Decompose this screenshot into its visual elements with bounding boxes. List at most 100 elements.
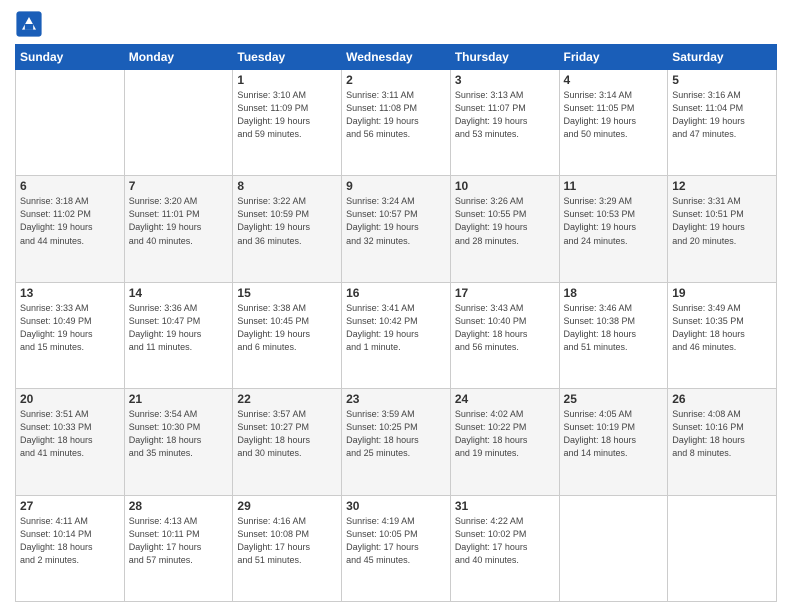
col-header-saturday: Saturday (668, 45, 777, 70)
calendar-cell: 12 Sunrise: 3:31 AM Sunset: 10:51 PM Dayl… (668, 176, 777, 282)
calendar-cell: 20Sunrise: 3:51 AM Sunset: 10:33 PM Dayl… (16, 389, 125, 495)
day-number: 16 (346, 286, 446, 300)
calendar-week-row: 1 Sunrise: 3:10 AM Sunset: 11:09 PM Dayli… (16, 70, 777, 176)
col-header-tuesday: Tuesday (233, 45, 342, 70)
calendar-week-row: 13Sunrise: 3:33 AM Sunset: 10:49 PM Dayl… (16, 282, 777, 388)
day-number: 14 (129, 286, 229, 300)
day-number: 11 (564, 179, 664, 193)
calendar-cell: 24 Sunrise: 4:02 AM Sunset: 10:22 PM Dayl… (450, 389, 559, 495)
day-info: Sunrise: 4:02 AM Sunset: 10:22 PM Daylig… (455, 408, 555, 460)
calendar-cell: 14 Sunrise: 3:36 AM Sunset: 10:47 PM Dayl… (124, 282, 233, 388)
calendar-cell: 17Sunrise: 3:43 AM Sunset: 10:40 PM Dayl… (450, 282, 559, 388)
calendar-cell: 21Sunrise: 3:54 AM Sunset: 10:30 PM Dayl… (124, 389, 233, 495)
day-info: Sunrise: 3:18 AM Sunset: 11:02 PM Daylig… (20, 195, 120, 247)
day-info: Sunrise: 4:13 AM Sunset: 10:11 PM Daylig… (129, 515, 229, 567)
calendar-cell: 18 Sunrise: 3:46 AM Sunset: 10:38 PM Dayl… (559, 282, 668, 388)
calendar-week-row: 27Sunrise: 4:11 AM Sunset: 10:14 PM Dayl… (16, 495, 777, 601)
day-info: Sunrise: 3:22 AM Sunset: 10:59 PM Daylig… (237, 195, 337, 247)
day-info: Sunrise: 3:36 AM Sunset: 10:47 PM Daylig… (129, 302, 229, 354)
calendar: SundayMondayTuesdayWednesdayThursdayFrid… (15, 44, 777, 602)
calendar-cell: 9Sunrise: 3:24 AM Sunset: 10:57 PM Dayli… (342, 176, 451, 282)
day-info: Sunrise: 3:20 AM Sunset: 11:01 PM Daylig… (129, 195, 229, 247)
logo (15, 10, 47, 38)
day-number: 8 (237, 179, 337, 193)
calendar-cell: 15 Sunrise: 3:38 AM Sunset: 10:45 PM Dayl… (233, 282, 342, 388)
day-number: 28 (129, 499, 229, 513)
calendar-cell: 6 Sunrise: 3:18 AM Sunset: 11:02 PM Dayli… (16, 176, 125, 282)
day-number: 21 (129, 392, 229, 406)
calendar-cell: 1 Sunrise: 3:10 AM Sunset: 11:09 PM Dayli… (233, 70, 342, 176)
day-info: Sunrise: 3:41 AM Sunset: 10:42 PM Daylig… (346, 302, 446, 354)
day-info: Sunrise: 3:11 AM Sunset: 11:08 PM Daylig… (346, 89, 446, 141)
day-number: 24 (455, 392, 555, 406)
day-info: Sunrise: 3:13 AM Sunset: 11:07 PM Daylig… (455, 89, 555, 141)
day-info: Sunrise: 4:19 AM Sunset: 10:05 PM Daylig… (346, 515, 446, 567)
day-info: Sunrise: 3:49 AM Sunset: 10:35 PM Daylig… (672, 302, 772, 354)
day-number: 5 (672, 73, 772, 87)
day-info: Sunrise: 4:16 AM Sunset: 10:08 PM Daylig… (237, 515, 337, 567)
day-number: 19 (672, 286, 772, 300)
day-info: Sunrise: 4:11 AM Sunset: 10:14 PM Daylig… (20, 515, 120, 567)
day-number: 25 (564, 392, 664, 406)
calendar-cell (16, 70, 125, 176)
day-number: 22 (237, 392, 337, 406)
day-number: 4 (564, 73, 664, 87)
calendar-cell: 23 Sunrise: 3:59 AM Sunset: 10:25 PM Dayl… (342, 389, 451, 495)
logo-icon (15, 10, 43, 38)
col-header-monday: Monday (124, 45, 233, 70)
day-number: 12 (672, 179, 772, 193)
day-info: Sunrise: 3:14 AM Sunset: 11:05 PM Daylig… (564, 89, 664, 141)
day-number: 18 (564, 286, 664, 300)
calendar-cell: 30 Sunrise: 4:19 AM Sunset: 10:05 PM Dayl… (342, 495, 451, 601)
day-info: Sunrise: 3:31 AM Sunset: 10:51 PM Daylig… (672, 195, 772, 247)
day-info: Sunrise: 3:33 AM Sunset: 10:49 PM Daylig… (20, 302, 120, 354)
calendar-cell: 10 Sunrise: 3:26 AM Sunset: 10:55 PM Dayl… (450, 176, 559, 282)
calendar-cell: 3 Sunrise: 3:13 AM Sunset: 11:07 PM Dayli… (450, 70, 559, 176)
calendar-cell: 29 Sunrise: 4:16 AM Sunset: 10:08 PM Dayl… (233, 495, 342, 601)
calendar-cell: 4 Sunrise: 3:14 AM Sunset: 11:05 PM Dayli… (559, 70, 668, 176)
day-info: Sunrise: 3:57 AM Sunset: 10:27 PM Daylig… (237, 408, 337, 460)
day-number: 15 (237, 286, 337, 300)
day-info: Sunrise: 3:26 AM Sunset: 10:55 PM Daylig… (455, 195, 555, 247)
day-number: 26 (672, 392, 772, 406)
day-number: 3 (455, 73, 555, 87)
day-number: 29 (237, 499, 337, 513)
day-number: 23 (346, 392, 446, 406)
day-info: Sunrise: 4:22 AM Sunset: 10:02 PM Daylig… (455, 515, 555, 567)
col-header-sunday: Sunday (16, 45, 125, 70)
col-header-thursday: Thursday (450, 45, 559, 70)
day-info: Sunrise: 3:59 AM Sunset: 10:25 PM Daylig… (346, 408, 446, 460)
day-number: 31 (455, 499, 555, 513)
calendar-cell: 2Sunrise: 3:11 AM Sunset: 11:08 PM Dayli… (342, 70, 451, 176)
day-number: 20 (20, 392, 120, 406)
calendar-week-row: 20Sunrise: 3:51 AM Sunset: 10:33 PM Dayl… (16, 389, 777, 495)
day-number: 1 (237, 73, 337, 87)
calendar-cell: 16 Sunrise: 3:41 AM Sunset: 10:42 PM Dayl… (342, 282, 451, 388)
day-number: 7 (129, 179, 229, 193)
day-info: Sunrise: 3:46 AM Sunset: 10:38 PM Daylig… (564, 302, 664, 354)
calendar-cell: 8 Sunrise: 3:22 AM Sunset: 10:59 PM Dayli… (233, 176, 342, 282)
calendar-cell: 31 Sunrise: 4:22 AM Sunset: 10:02 PM Dayl… (450, 495, 559, 601)
calendar-week-row: 6 Sunrise: 3:18 AM Sunset: 11:02 PM Dayli… (16, 176, 777, 282)
calendar-cell (124, 70, 233, 176)
day-number: 10 (455, 179, 555, 193)
calendar-cell: 11Sunrise: 3:29 AM Sunset: 10:53 PM Dayl… (559, 176, 668, 282)
day-info: Sunrise: 4:08 AM Sunset: 10:16 PM Daylig… (672, 408, 772, 460)
page: SundayMondayTuesdayWednesdayThursdayFrid… (0, 0, 792, 612)
day-info: Sunrise: 4:05 AM Sunset: 10:19 PM Daylig… (564, 408, 664, 460)
calendar-header-row: SundayMondayTuesdayWednesdayThursdayFrid… (16, 45, 777, 70)
col-header-wednesday: Wednesday (342, 45, 451, 70)
day-number: 30 (346, 499, 446, 513)
calendar-cell: 28 Sunrise: 4:13 AM Sunset: 10:11 PM Dayl… (124, 495, 233, 601)
calendar-cell: 7 Sunrise: 3:20 AM Sunset: 11:01 PM Dayli… (124, 176, 233, 282)
day-number: 6 (20, 179, 120, 193)
day-info: Sunrise: 3:10 AM Sunset: 11:09 PM Daylig… (237, 89, 337, 141)
day-info: Sunrise: 3:43 AM Sunset: 10:40 PM Daylig… (455, 302, 555, 354)
calendar-cell: 25 Sunrise: 4:05 AM Sunset: 10:19 PM Dayl… (559, 389, 668, 495)
col-header-friday: Friday (559, 45, 668, 70)
calendar-cell: 26 Sunrise: 4:08 AM Sunset: 10:16 PM Dayl… (668, 389, 777, 495)
calendar-cell (668, 495, 777, 601)
calendar-cell: 13Sunrise: 3:33 AM Sunset: 10:49 PM Dayl… (16, 282, 125, 388)
calendar-cell: 22 Sunrise: 3:57 AM Sunset: 10:27 PM Dayl… (233, 389, 342, 495)
day-info: Sunrise: 3:38 AM Sunset: 10:45 PM Daylig… (237, 302, 337, 354)
